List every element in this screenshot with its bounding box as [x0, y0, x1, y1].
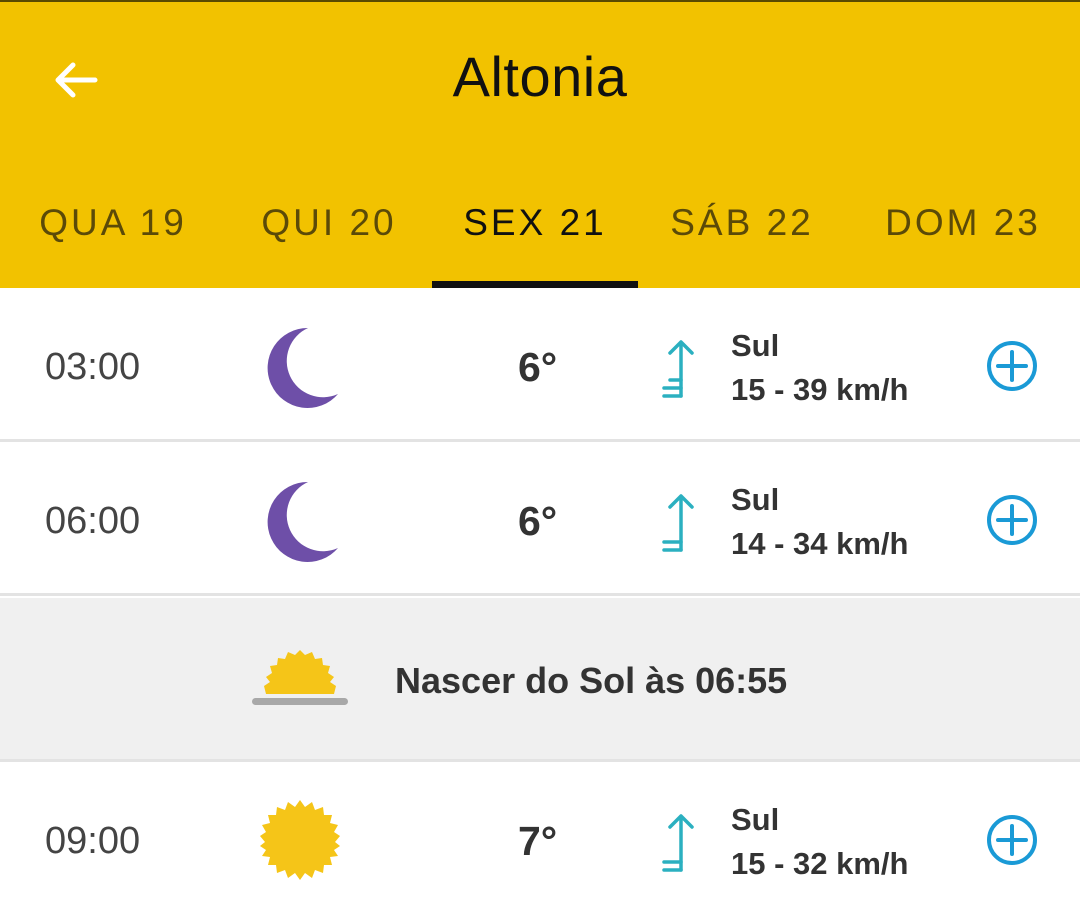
wind-direction-icon: [662, 814, 694, 872]
sunrise-banner: Nascer do Sol às 06:55: [0, 598, 1080, 762]
forecast-temperature: 6°: [518, 344, 558, 390]
tab-dom-23[interactable]: DOM 23: [846, 192, 1080, 288]
wind-speed: 15 - 39 km/h: [731, 372, 909, 407]
forecast-row[interactable]: 06:00 6° Sul 14 - 34 km/h: [0, 444, 1080, 596]
wind-direction: Sul: [731, 802, 780, 837]
forecast-time: 09:00: [45, 820, 141, 862]
sunrise-text: Nascer do Sol às 06:55: [395, 660, 788, 701]
active-tab-indicator: [432, 281, 638, 288]
moon-icon: [267, 481, 338, 562]
sunrise-icon: [252, 650, 348, 705]
expand-plus-icon[interactable]: [986, 494, 1038, 546]
tab-sab-22[interactable]: SÁB 22: [638, 192, 846, 288]
wind-speed: 15 - 32 km/h: [731, 846, 909, 881]
expand-plus-icon[interactable]: [986, 340, 1038, 392]
app-header: Altonia QUA 19 QUI 20 SEX 21 SÁB 22 DOM …: [0, 0, 1080, 288]
tab-qui-20[interactable]: QUI 20: [226, 192, 432, 288]
day-tabs: QUA 19 QUI 20 SEX 21 SÁB 22 DOM 23: [0, 192, 1080, 288]
forecast-row[interactable]: 03:00 6° Sul 15 - 39 km/h: [0, 290, 1080, 442]
forecast-time: 03:00: [45, 346, 141, 388]
tab-sex-21[interactable]: SEX 21: [432, 192, 638, 288]
tab-qua-19[interactable]: QUA 19: [0, 192, 226, 288]
forecast-temperature: 6°: [518, 498, 558, 544]
page-title: Altonia: [452, 45, 628, 108]
forecast-time: 06:00: [45, 500, 141, 542]
forecast-row[interactable]: 09:00 7° Sul 15 - 32 km/h: [0, 764, 1080, 908]
wind-direction: Sul: [731, 328, 780, 363]
wind-speed: 14 - 34 km/h: [731, 526, 909, 561]
wind-direction-icon: [662, 340, 694, 398]
forecast-temperature: 7°: [518, 818, 558, 864]
app: Altonia QUA 19 QUI 20 SEX 21 SÁB 22 DOM …: [0, 0, 1080, 908]
wind-direction: Sul: [731, 482, 780, 517]
sun-icon: [260, 800, 340, 880]
moon-icon: [267, 327, 338, 408]
expand-plus-icon[interactable]: [986, 814, 1038, 866]
wind-direction-icon: [662, 494, 694, 552]
